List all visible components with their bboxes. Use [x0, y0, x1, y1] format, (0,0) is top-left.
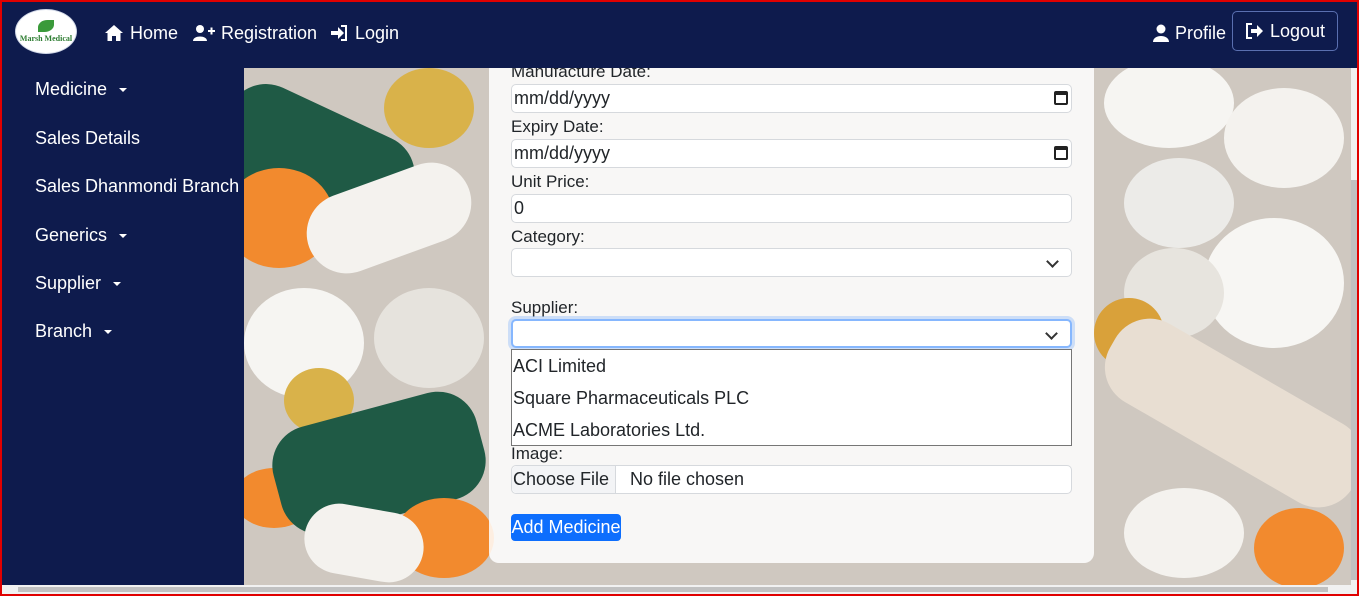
sidebar: Medicine Sales Details Sales Dhanmondi B… [2, 68, 244, 585]
caret-down-icon [113, 281, 122, 286]
brand-logo-text: Marsh Medical [19, 34, 73, 43]
horizontal-scrollbar[interactable] [2, 585, 1357, 594]
scrollbar-thumb[interactable] [18, 587, 1328, 592]
vertical-scrollbar[interactable] [1351, 68, 1357, 585]
calendar-icon[interactable] [1054, 91, 1068, 105]
sidebar-item-generics[interactable]: Generics [35, 225, 128, 246]
caret-down-icon [104, 329, 113, 334]
nav-login-label: Login [355, 22, 400, 43]
nav-home-label: Home [130, 22, 179, 43]
supplier-option[interactable]: Square Pharmaceuticals PLC [512, 382, 1071, 414]
logout-label: Logout [1269, 20, 1326, 41]
supplier-option[interactable]: ACI Limited [512, 350, 1071, 382]
nav-registration-label: Registration [221, 22, 318, 43]
chevron-down-icon [1045, 327, 1058, 340]
unit-price-input[interactable]: 0 [511, 194, 1072, 223]
nav-home-link[interactable]: Home [104, 21, 178, 45]
nav-registration-link[interactable]: Registration [193, 21, 317, 45]
sidebar-item-label: Sales Details [35, 128, 141, 148]
sidebar-item-label: Supplier [35, 273, 102, 293]
manufacture-date-label: Manufacture Date: [511, 68, 651, 81]
caret-down-icon [119, 87, 128, 92]
sidebar-item-label: Medicine [35, 79, 108, 99]
choose-file-button[interactable]: Choose File [512, 466, 616, 493]
unit-price-value: 0 [514, 198, 525, 218]
image-label: Image: [511, 444, 563, 463]
logout-button[interactable]: Logout [1232, 11, 1338, 51]
sidebar-item-sales-details[interactable]: Sales Details [35, 128, 140, 149]
image-file-input[interactable]: Choose File No file chosen [511, 465, 1072, 494]
sidebar-item-label: Sales Dhanmondi Branch [35, 176, 240, 196]
supplier-option[interactable]: ACME Laboratories Ltd. [512, 414, 1071, 446]
nav-profile-label: Profile [1175, 22, 1227, 43]
sidebar-item-sales-dhanmondi-branch[interactable]: Sales Dhanmondi Branch [35, 176, 239, 197]
chevron-down-icon [1046, 255, 1059, 268]
category-label: Category: [511, 227, 585, 246]
expiry-date-value: mm/dd/yyyy [514, 143, 611, 163]
file-status: No file chosen [630, 469, 745, 489]
home-icon [105, 25, 123, 41]
sidebar-item-supplier[interactable]: Supplier [35, 273, 122, 294]
unit-price-label: Unit Price: [511, 172, 590, 191]
user-plus-icon [193, 25, 215, 41]
sidebar-item-label: Branch [35, 321, 93, 341]
calendar-icon[interactable] [1054, 146, 1068, 160]
expiry-date-label: Expiry Date: [511, 117, 604, 136]
nav-login-link[interactable]: Login [330, 21, 399, 45]
sign-in-icon [331, 25, 347, 41]
main-content: Manufacture Date: mm/dd/yyyy Expiry Date… [244, 68, 1351, 585]
supplier-dropdown-list: ACI Limited Square Pharmaceuticals PLC A… [511, 349, 1072, 446]
sidebar-item-medicine[interactable]: Medicine [35, 79, 128, 100]
brand-logo[interactable]: Marsh Medical [15, 9, 77, 54]
leaf-icon [38, 20, 54, 32]
expiry-date-input[interactable]: mm/dd/yyyy [511, 139, 1072, 168]
supplier-select[interactable] [511, 319, 1072, 348]
nav-profile-link[interactable]: Profile [1153, 21, 1226, 45]
sidebar-item-label: Generics [35, 225, 108, 245]
user-icon [1153, 24, 1169, 42]
sidebar-item-branch[interactable]: Branch [35, 321, 113, 342]
manufacture-date-input[interactable]: mm/dd/yyyy [511, 84, 1072, 113]
category-select[interactable] [511, 248, 1072, 277]
manufacture-date-value: mm/dd/yyyy [514, 88, 611, 108]
sign-out-icon [1245, 23, 1263, 39]
caret-down-icon [119, 233, 128, 238]
supplier-label: Supplier: [511, 298, 579, 317]
add-medicine-button[interactable]: Add Medicine [511, 514, 621, 541]
scrollbar-thumb[interactable] [1351, 180, 1357, 580]
top-navbar: Marsh Medical Home Registration Login Pr… [2, 2, 1357, 68]
